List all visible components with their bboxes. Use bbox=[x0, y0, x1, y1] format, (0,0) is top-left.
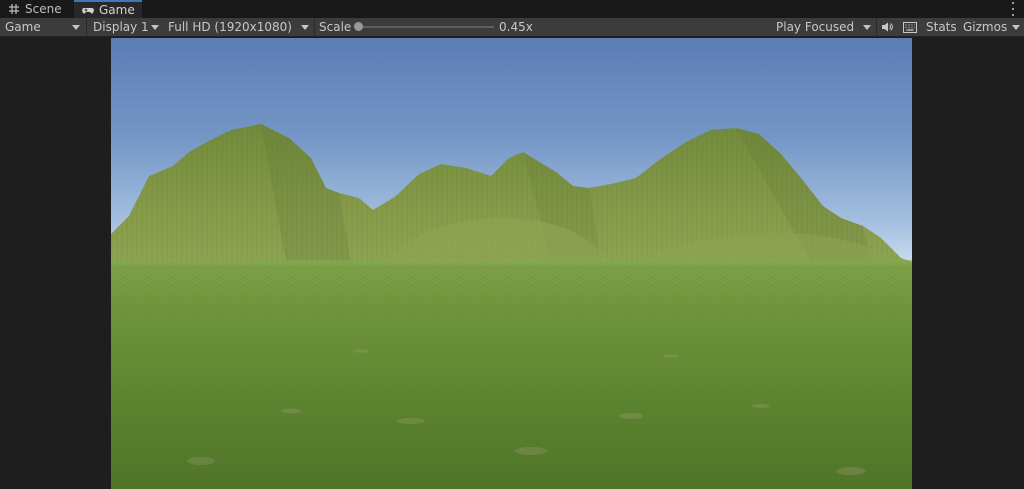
view-mode-dropdown[interactable]: Game bbox=[0, 18, 84, 36]
gamepad-icon bbox=[82, 8, 94, 14]
tab-game[interactable]: Game bbox=[74, 0, 142, 18]
game-render-canvas bbox=[111, 38, 912, 489]
keyboard-icon bbox=[903, 21, 917, 33]
gizmos-label: Gizmos bbox=[963, 20, 1008, 34]
grass-texture bbox=[111, 262, 912, 489]
play-mode-dropdown[interactable]: Play Focused bbox=[771, 18, 875, 36]
stats-toggle[interactable]: Stats bbox=[921, 18, 957, 36]
keyboard-shortcuts-button[interactable] bbox=[900, 18, 920, 36]
play-mode-value: Play Focused bbox=[776, 20, 855, 34]
toolbar-divider bbox=[314, 18, 315, 36]
speaker-icon bbox=[882, 22, 893, 32]
resolution-dropdown[interactable]: Full HD (1920x1080) bbox=[163, 18, 313, 36]
mute-audio-button[interactable] bbox=[877, 18, 897, 36]
resolution-value: Full HD (1920x1080) bbox=[168, 20, 292, 34]
scale-slider-thumb[interactable] bbox=[354, 22, 363, 31]
scale-value: 0.45x bbox=[499, 20, 533, 34]
stats-label: Stats bbox=[926, 20, 957, 34]
display-dropdown[interactable]: Display 1 bbox=[88, 18, 163, 36]
game-view-toolbar: Game Display 1 Full HD (1920x1080) Scale… bbox=[0, 18, 1024, 37]
view-mode-value: Game bbox=[5, 20, 41, 34]
horizon-line bbox=[111, 260, 912, 265]
scale-slider-track[interactable] bbox=[358, 26, 494, 28]
scale-label: Scale bbox=[319, 20, 352, 34]
display-value: Display 1 bbox=[93, 20, 149, 34]
tab-game-label: Game bbox=[99, 3, 135, 17]
grid-icon bbox=[9, 4, 19, 14]
window-tab-bar: Scene Game bbox=[0, 0, 1024, 18]
more-options-icon[interactable] bbox=[1010, 2, 1016, 16]
game-viewport[interactable] bbox=[111, 38, 912, 489]
toolbar-divider bbox=[86, 18, 87, 36]
tab-scene-label: Scene bbox=[25, 2, 62, 16]
gizmos-dropdown[interactable]: Gizmos bbox=[958, 18, 1024, 36]
tab-scene[interactable]: Scene bbox=[0, 0, 72, 18]
